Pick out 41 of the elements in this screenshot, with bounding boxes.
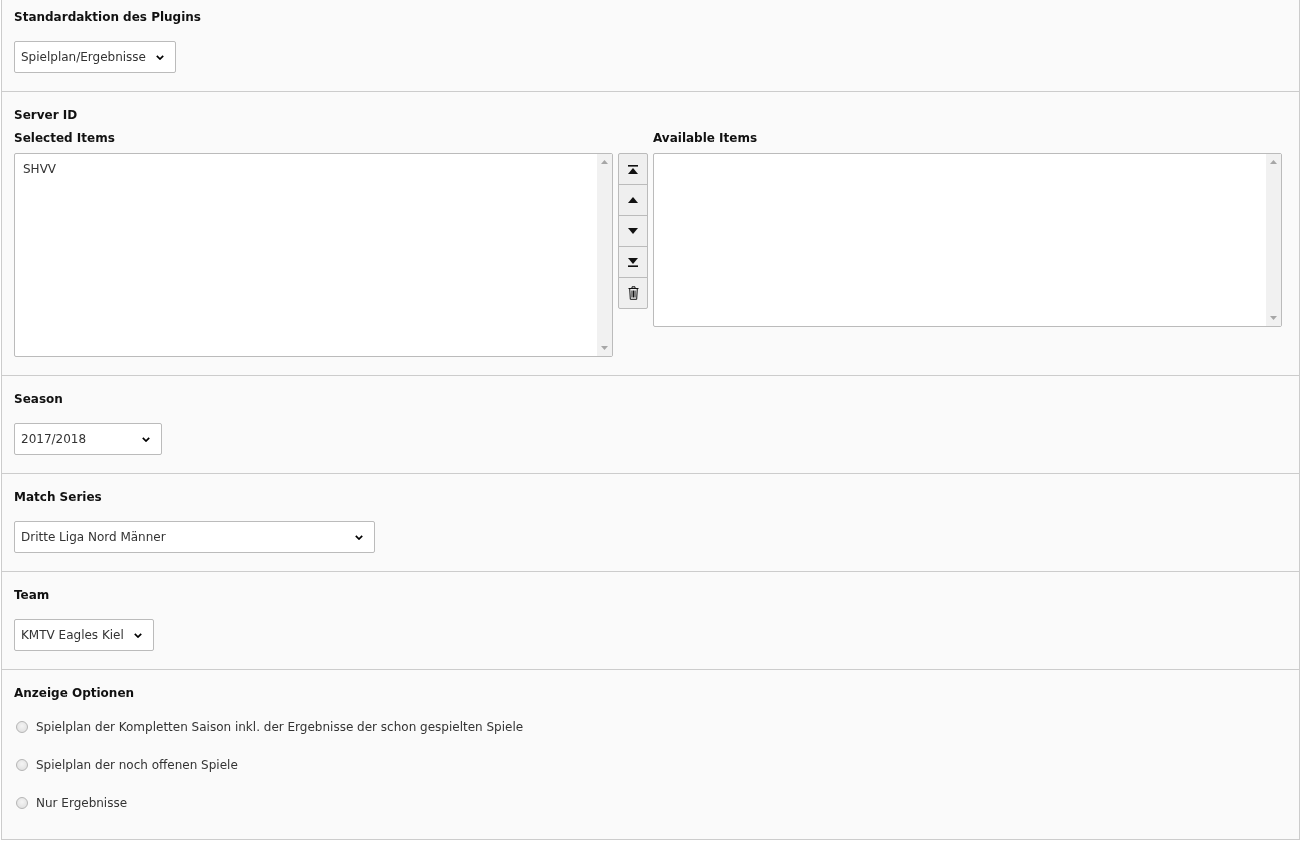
- dropdown[interactable]: Dritte Liga Nord Männer: [14, 521, 375, 553]
- list-item[interactable]: SHVV: [15, 161, 597, 177]
- dropdown[interactable]: KMTV Eagles Kiel: [14, 619, 154, 651]
- selected-items-list[interactable]: SHVV: [14, 153, 613, 357]
- move-to-bottom-button[interactable]: [618, 246, 648, 278]
- chevron-down-icon: [156, 54, 164, 60]
- field-label: Anzeige Optionen: [14, 685, 136, 701]
- triangle-down-to-bar-icon: [628, 257, 638, 267]
- list-label: Selected Items: [14, 130, 116, 146]
- triangle-up-icon[interactable]: [1270, 160, 1277, 164]
- move-to-top-button[interactable]: [618, 153, 648, 185]
- triangle-down-icon[interactable]: [601, 346, 608, 350]
- scrollbar[interactable]: [597, 154, 612, 356]
- list-label: Available Items: [653, 130, 759, 146]
- chevron-down-icon: [355, 534, 363, 540]
- field-label: Team: [14, 587, 51, 603]
- delete-button[interactable]: [618, 277, 648, 309]
- radio-button[interactable]: [16, 759, 28, 771]
- move-down-button[interactable]: [618, 215, 648, 247]
- triangle-down-icon: [628, 228, 638, 234]
- radio-button[interactable]: [16, 797, 28, 809]
- move-up-button[interactable]: [618, 184, 648, 216]
- field-label: Standardaktion des Plugins: [14, 9, 202, 25]
- option-label[interactable]: Nur Ergebnisse: [36, 795, 128, 811]
- triangle-up-icon[interactable]: [601, 160, 608, 164]
- dropdown[interactable]: 2017/2018: [14, 423, 162, 455]
- trash-icon: [627, 286, 639, 300]
- option-label[interactable]: Spielplan der noch offenen Spiele: [36, 757, 238, 773]
- radio-button[interactable]: [16, 721, 28, 733]
- triangle-up-icon: [628, 197, 638, 203]
- available-items-list[interactable]: [653, 153, 1282, 327]
- dropdown[interactable]: Spielplan/Ergebnisse: [14, 41, 176, 73]
- triangle-up-to-bar-icon: [628, 164, 638, 174]
- field-label: Server ID: [14, 107, 79, 123]
- scrollbar[interactable]: [1266, 154, 1281, 326]
- field-label: Season: [14, 391, 64, 407]
- chevron-down-icon: [142, 436, 150, 442]
- option-label[interactable]: Spielplan der Kompletten Saison inkl. der Ergebnisse der schon gespielten Spiele: [36, 719, 524, 735]
- field-label: Match Series: [14, 489, 103, 505]
- chevron-down-icon: [133, 632, 142, 638]
- triangle-down-icon[interactable]: [1270, 316, 1277, 320]
